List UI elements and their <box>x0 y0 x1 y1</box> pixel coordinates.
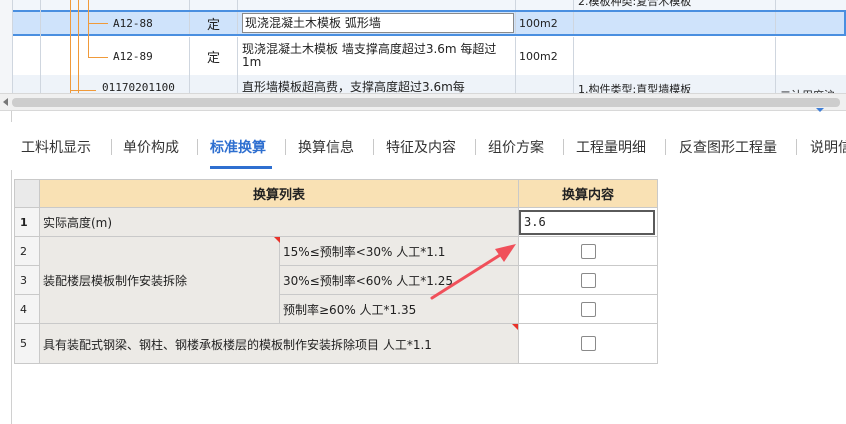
arrow-shaft <box>430 248 510 300</box>
arrow-head <box>495 244 516 262</box>
annotation-arrow-icon <box>430 244 516 300</box>
